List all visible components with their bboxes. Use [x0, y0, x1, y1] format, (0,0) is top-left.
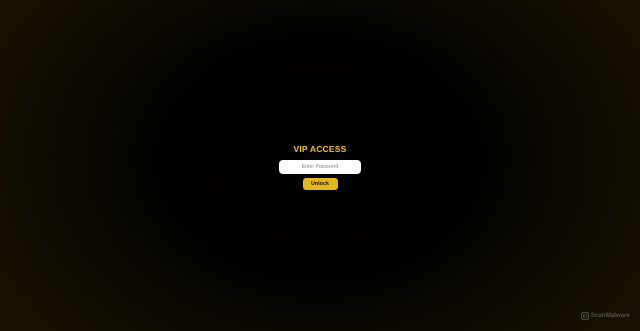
scanmalware-logo-icon — [580, 312, 589, 320]
vip-login-panel: VIP ACCESS Unlock — [0, 143, 640, 190]
password-input[interactable] — [279, 160, 361, 174]
page-title: VIP ACCESS — [293, 144, 347, 154]
watermark-text: ScanMalware — [590, 312, 630, 319]
unlock-button[interactable]: Unlock — [302, 178, 338, 190]
scanmalware-watermark: ScanMalware — [580, 312, 630, 320]
